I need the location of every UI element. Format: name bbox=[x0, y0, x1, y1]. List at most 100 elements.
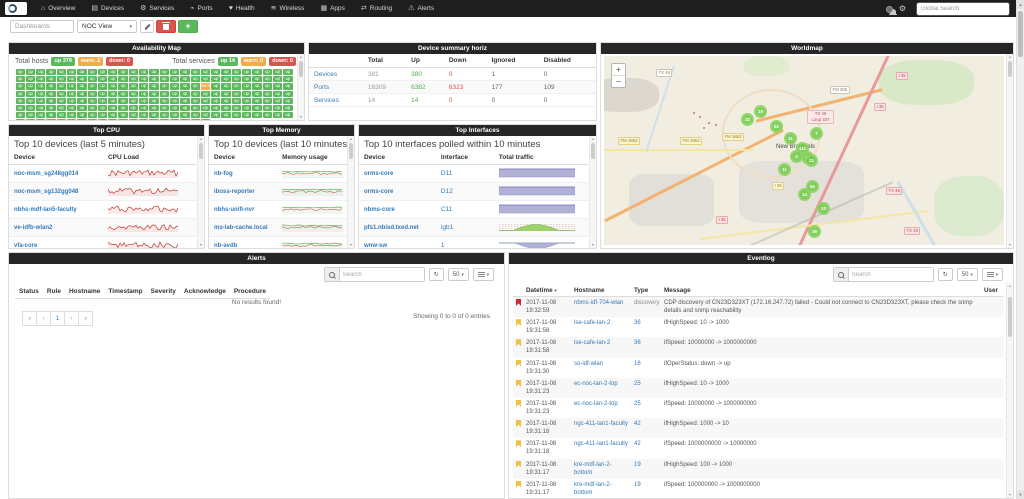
availability-cell[interactable]: up bbox=[169, 119, 180, 120]
availability-cell[interactable]: up bbox=[118, 69, 128, 76]
availability-cell[interactable]: up bbox=[200, 90, 211, 97]
availability-cell[interactable]: up bbox=[159, 119, 169, 120]
map-cluster-marker[interactable]: 13 bbox=[817, 202, 830, 215]
availability-cell[interactable]: up bbox=[231, 97, 242, 105]
availability-cell[interactable]: up bbox=[87, 83, 97, 90]
availability-cell[interactable]: up bbox=[180, 90, 190, 97]
alerts-pagesize-button[interactable]: 50 ▾ bbox=[447, 268, 469, 281]
device-link[interactable]: nb-fog bbox=[214, 171, 233, 177]
availability-cell[interactable]: up bbox=[180, 83, 190, 90]
availability-cell[interactable]: up bbox=[66, 97, 77, 105]
availability-cell[interactable]: up bbox=[149, 119, 159, 120]
availability-cell[interactable]: up bbox=[272, 97, 283, 105]
availability-cell[interactable]: up bbox=[211, 112, 221, 119]
scroll-down-icon[interactable]: ▼ bbox=[1017, 490, 1024, 499]
event-type[interactable]: 36 bbox=[634, 340, 641, 346]
availability-cell[interactable]: up bbox=[15, 119, 25, 120]
graph-cell[interactable] bbox=[102, 200, 204, 219]
hostname-link[interactable]: ngc-411-lan1-faculty bbox=[574, 441, 628, 447]
availability-cell[interactable]: up bbox=[211, 97, 221, 105]
scroll-down-icon[interactable]: ▼ bbox=[1007, 242, 1013, 248]
event-type[interactable]: 19 bbox=[634, 462, 641, 468]
map-cluster-marker[interactable]: 21 bbox=[805, 154, 818, 167]
nav-item-services[interactable]: ⚙ Services bbox=[132, 0, 182, 17]
scroll-down-icon[interactable]: ▼ bbox=[1007, 492, 1013, 498]
interface-link[interactable]: 1 bbox=[441, 242, 445, 248]
event-type[interactable]: 19 bbox=[634, 482, 641, 488]
availability-cell[interactable]: up bbox=[15, 69, 25, 76]
availability-cell[interactable]: up bbox=[108, 97, 118, 105]
availability-cell[interactable]: up bbox=[242, 90, 252, 97]
availability-cell[interactable]: up bbox=[87, 97, 97, 105]
summary-row-link[interactable]: Ports bbox=[314, 84, 329, 91]
alerts-search-input[interactable] bbox=[339, 268, 424, 281]
availability-cell[interactable]: up bbox=[77, 119, 87, 120]
availability-cell[interactable]: up bbox=[118, 90, 128, 97]
availability-cell[interactable]: warn bbox=[200, 83, 211, 90]
availability-cell[interactable]: up bbox=[97, 83, 108, 90]
availability-cell[interactable]: up bbox=[242, 105, 252, 112]
availability-cell[interactable]: up bbox=[252, 76, 262, 83]
availability-cell[interactable]: up bbox=[190, 83, 200, 90]
availability-cell[interactable]: up bbox=[87, 90, 97, 97]
scroll-down-icon[interactable]: ▼ bbox=[298, 114, 304, 120]
availability-cell[interactable]: up bbox=[108, 83, 118, 90]
availability-cell[interactable]: up bbox=[242, 76, 252, 83]
graph-cell[interactable] bbox=[102, 236, 204, 248]
availability-cell[interactable]: up bbox=[118, 119, 128, 120]
availability-cell[interactable]: up bbox=[118, 112, 128, 119]
device-link[interactable]: orms-core bbox=[364, 171, 393, 177]
availability-cell[interactable]: up bbox=[231, 69, 242, 76]
availability-cell[interactable]: up bbox=[15, 97, 25, 105]
event-type[interactable]: 16 bbox=[634, 361, 641, 367]
availability-cell[interactable]: up bbox=[169, 90, 180, 97]
graph-cell[interactable] bbox=[277, 200, 354, 219]
availability-cell[interactable]: up bbox=[36, 105, 46, 112]
availability-cell[interactable]: up bbox=[46, 105, 56, 112]
summary-row-link[interactable]: Devices bbox=[314, 71, 337, 78]
page-button[interactable]: › bbox=[64, 311, 79, 326]
availability-cell[interactable]: up bbox=[97, 97, 108, 105]
availability-cell[interactable]: up bbox=[36, 112, 46, 119]
eventlog-pagesize-button[interactable]: 50 ▾ bbox=[956, 268, 978, 281]
column-header-datetime[interactable]: Datetime▼ bbox=[523, 285, 571, 297]
page-scrollbar[interactable]: ▲ ▼ bbox=[1016, 0, 1024, 499]
dashboards-input[interactable] bbox=[10, 20, 74, 33]
availability-cell[interactable]: up bbox=[66, 69, 77, 76]
availability-cell[interactable]: up bbox=[139, 105, 149, 112]
hostname-link[interactable]: ec-noc-lan-2-top bbox=[574, 401, 618, 407]
availability-cell[interactable]: up bbox=[108, 76, 118, 83]
availability-cell[interactable]: up bbox=[200, 119, 211, 120]
device-link[interactable]: nbhs-unifi-nvr bbox=[214, 207, 254, 213]
services-up-badge[interactable]: up 14 bbox=[217, 57, 238, 66]
eventlog-columns-button[interactable]: ▾ bbox=[981, 268, 1003, 281]
availability-cell[interactable]: up bbox=[180, 76, 190, 83]
availability-cell[interactable]: up bbox=[97, 76, 108, 83]
availability-cell[interactable]: up bbox=[15, 76, 25, 83]
worldmap-canvas[interactable]: New Braunfels TX 46FM 306I 35I 35TX 46 L… bbox=[604, 56, 1004, 245]
availability-cell[interactable]: up bbox=[66, 112, 77, 119]
availability-cell[interactable]: up bbox=[15, 90, 25, 97]
nav-item-devices[interactable]: ▤ Devices bbox=[83, 0, 132, 17]
availability-cell[interactable]: up bbox=[180, 69, 190, 76]
availability-cell[interactable]: up bbox=[139, 112, 149, 119]
availability-cell[interactable]: up bbox=[272, 83, 283, 90]
availability-cell[interactable]: up bbox=[272, 90, 283, 97]
availability-cell[interactable]: up bbox=[66, 83, 77, 90]
device-link[interactable]: orms-core bbox=[364, 189, 393, 195]
availability-cell[interactable]: up bbox=[190, 69, 200, 76]
device-link[interactable]: ve-idfb-wlan2 bbox=[14, 225, 52, 231]
availability-cell[interactable]: up bbox=[15, 83, 25, 90]
availability-cell[interactable]: up bbox=[221, 97, 231, 105]
availability-cell[interactable]: up bbox=[97, 119, 108, 120]
availability-cell[interactable]: up bbox=[56, 76, 66, 83]
availability-cell[interactable]: up bbox=[56, 97, 66, 105]
page-button[interactable]: « bbox=[22, 311, 37, 326]
availability-cell[interactable]: up bbox=[169, 112, 180, 119]
nav-item-health[interactable]: ♥ Health bbox=[221, 0, 263, 17]
availability-cell[interactable]: up bbox=[25, 76, 36, 83]
graph-cell[interactable] bbox=[277, 236, 354, 248]
availability-cell[interactable]: up bbox=[190, 97, 200, 105]
availability-cell[interactable]: up bbox=[169, 69, 180, 76]
availability-cell[interactable]: up bbox=[139, 69, 149, 76]
